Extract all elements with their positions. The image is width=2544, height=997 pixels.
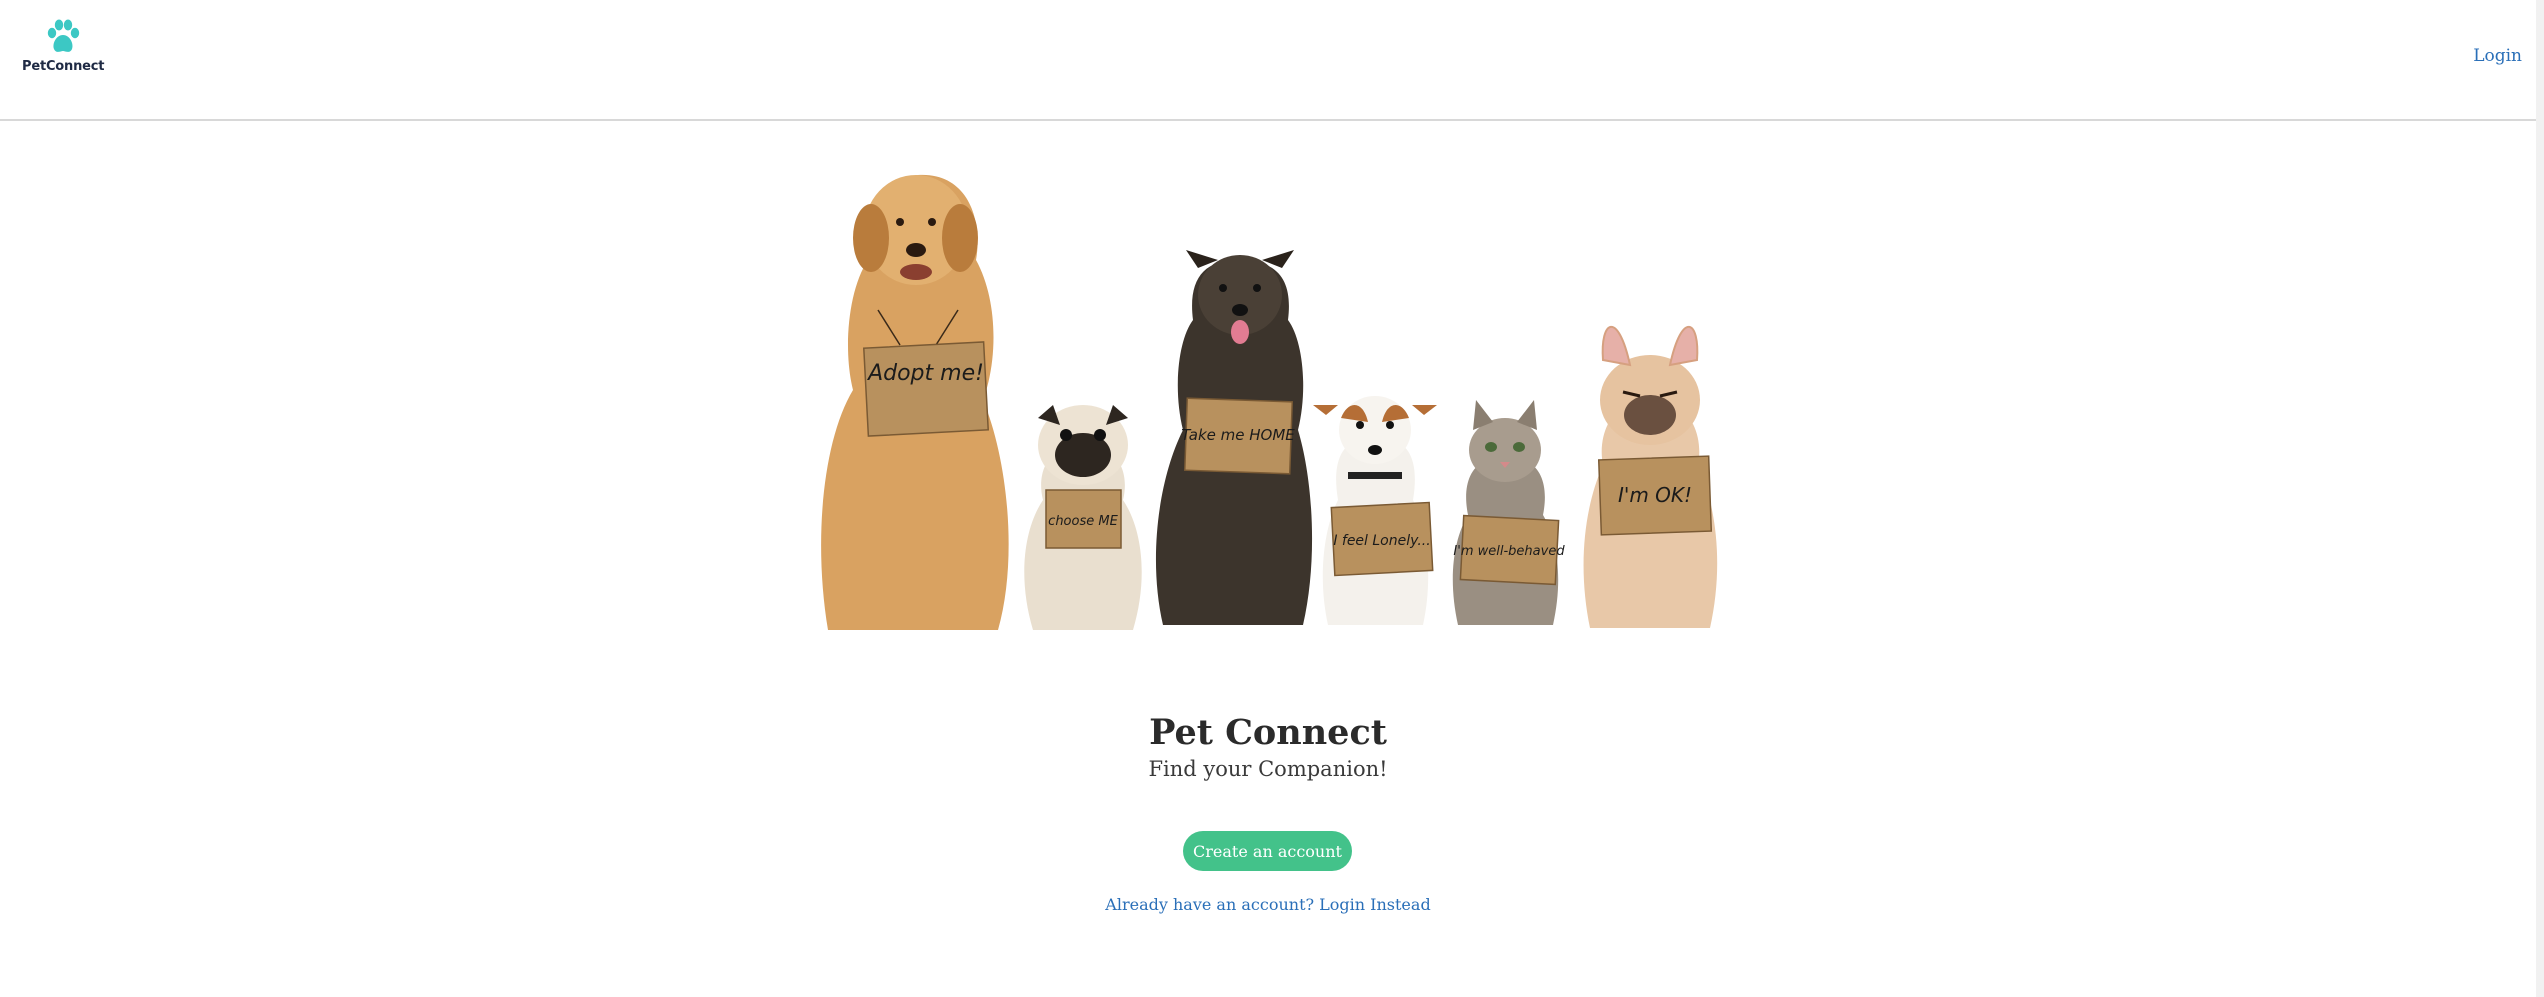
tabby-cat — [1452, 400, 1559, 625]
sign-take-me-home: Take me HOME — [1181, 397, 1295, 475]
sign-well-behaved: I'm well-behaved — [1453, 514, 1565, 586]
paw-icon — [47, 19, 80, 52]
create-account-button[interactable]: Create an account — [1183, 831, 1352, 871]
brand-logo[interactable]: PetConnect — [22, 18, 104, 80]
sign-text-lonely: I feel Lonely... — [1333, 533, 1430, 549]
sign-text-take-me: Take me HOME — [1181, 426, 1295, 444]
sign-text-adopt: Adopt me! — [866, 361, 984, 386]
sign-text-well-behaved: I'm well-behaved — [1453, 544, 1565, 559]
vertical-scrollbar[interactable] — [2536, 0, 2544, 997]
header-login-link[interactable]: Login — [2473, 46, 2522, 66]
sign-text-choose: choose ME — [1048, 514, 1118, 529]
login-instead-link[interactable]: Already have an account? Login Instead — [0, 895, 2536, 914]
brand-name: PetConnect — [22, 59, 105, 74]
top-navbar: PetConnect Login — [0, 0, 2536, 121]
sign-i-feel-lonely: I feel Lonely... — [1330, 501, 1434, 577]
sign-text-ok: I'm OK! — [1618, 483, 1692, 507]
page-title: Pet Connect — [1149, 712, 1387, 753]
hero-pets-image: Adopt me! choose ME Take me HOME I feel … — [821, 174, 1718, 631]
sign-choose-me: choose ME — [1045, 489, 1122, 549]
page: PetConnect Login Adopt me! choose ME Tak… — [0, 0, 2544, 997]
page-subtitle: Find your Companion! — [1148, 757, 1388, 781]
sign-im-ok: I'm OK! — [1597, 455, 1713, 536]
